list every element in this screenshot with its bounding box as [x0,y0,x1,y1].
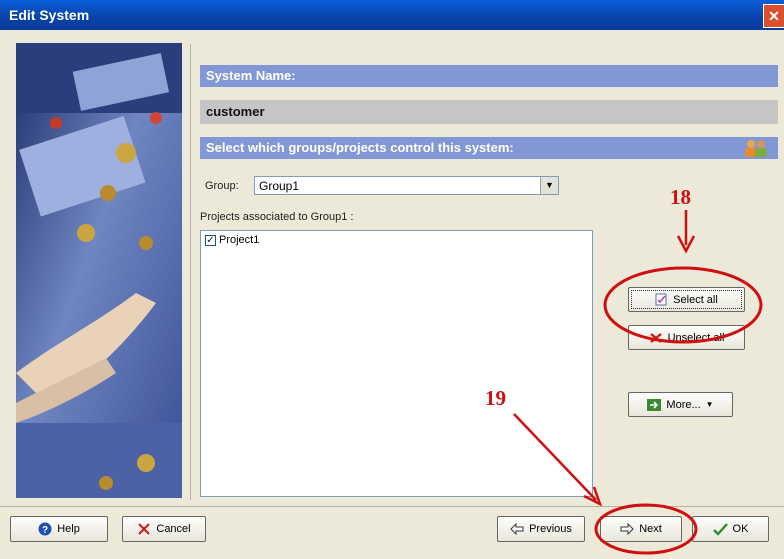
annotation-overlay [513,210,763,555]
annotation-arrow-19 [513,413,597,501]
annotation-circle-select-all [603,266,763,344]
annotation-label-18: 18 [670,185,691,209]
annotation-circle-next [594,503,698,555]
annotation-label-19: 19 [485,386,506,410]
